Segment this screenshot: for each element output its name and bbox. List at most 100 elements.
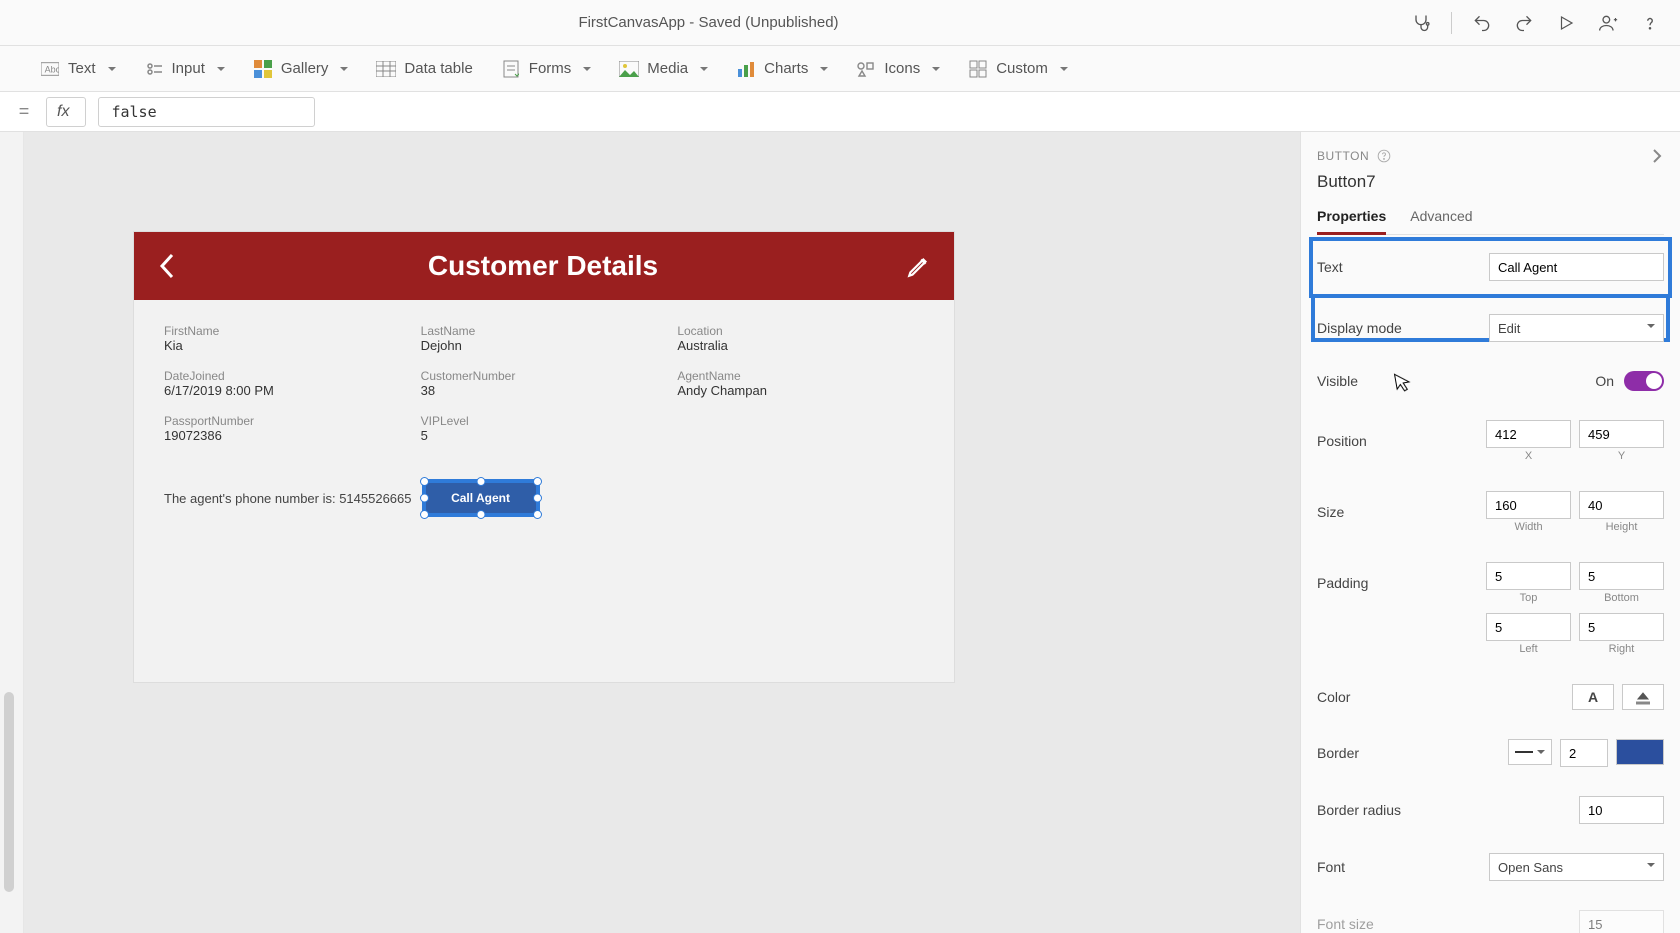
field-label: LastName — [421, 324, 668, 338]
prop-border: Border — [1317, 725, 1664, 782]
ribbon-input-label: Input — [172, 60, 205, 77]
toggle-label: On — [1595, 373, 1614, 389]
gallery-icon — [253, 59, 273, 79]
prop-position: Position X Y — [1317, 406, 1664, 477]
font-size-input[interactable] — [1579, 910, 1664, 933]
ribbon-media[interactable]: Media — [619, 59, 708, 79]
displaymode-select[interactable]: Edit — [1489, 314, 1664, 342]
resize-handle[interactable] — [420, 510, 429, 519]
resize-handle[interactable] — [420, 494, 429, 503]
font-select[interactable]: Open Sans — [1489, 853, 1664, 881]
ribbon-gallery[interactable]: Gallery — [253, 59, 349, 79]
canvas-area: Customer Details FirstNameKia LastNameDe… — [24, 132, 1300, 933]
resize-handle[interactable] — [533, 494, 542, 503]
formula-input[interactable] — [98, 97, 315, 127]
left-gutter — [0, 132, 24, 933]
play-icon[interactable] — [1554, 11, 1578, 35]
ribbon-custom[interactable]: Custom — [968, 59, 1068, 79]
ribbon-charts[interactable]: Charts — [736, 59, 828, 79]
help-icon[interactable] — [1638, 11, 1662, 35]
ribbon-icons[interactable]: Icons — [856, 59, 940, 79]
prop-fontsize: Font size — [1317, 896, 1664, 933]
ribbon-charts-label: Charts — [764, 60, 808, 77]
prop-label: Padding — [1317, 575, 1368, 591]
prop-size: Size Width Height — [1317, 477, 1664, 548]
user-icon[interactable] — [1596, 11, 1620, 35]
ribbon-input[interactable]: Input — [144, 59, 225, 79]
pad-bottom-input[interactable] — [1579, 562, 1664, 590]
tab-properties[interactable]: Properties — [1317, 202, 1386, 234]
formula-bar: = fx — [0, 92, 1680, 132]
undo-icon[interactable] — [1470, 11, 1494, 35]
help-icon[interactable] — [1377, 149, 1391, 163]
ribbon-forms-label: Forms — [529, 60, 572, 77]
prop-borderradius: Border radius — [1317, 782, 1664, 839]
ribbon-text[interactable]: Abc Text — [40, 59, 116, 79]
svg-text:Abc: Abc — [45, 64, 59, 74]
field-value: Australia — [677, 338, 924, 353]
detail-fields: FirstNameKia LastNameDejohn LocationAust… — [134, 300, 954, 449]
datatable-icon — [376, 59, 396, 79]
visible-toggle[interactable] — [1624, 371, 1664, 391]
resize-handle[interactable] — [420, 477, 429, 486]
call-agent-button[interactable]: Call Agent — [426, 483, 536, 513]
field-label: AgentName — [677, 369, 924, 383]
field-label: CustomerNumber — [421, 369, 668, 383]
height-input[interactable] — [1579, 491, 1664, 519]
input-icon — [144, 59, 164, 79]
selected-control[interactable]: Call Agent — [422, 479, 540, 517]
chevron-right-icon[interactable] — [1650, 146, 1664, 166]
prop-label: Size — [1317, 504, 1344, 520]
width-input[interactable] — [1486, 491, 1571, 519]
pos-y-input[interactable] — [1579, 420, 1664, 448]
ribbon-media-label: Media — [647, 60, 688, 77]
fill-color-button[interactable] — [1622, 684, 1664, 710]
scrollbar-thumb[interactable] — [4, 692, 14, 892]
pad-top-input[interactable] — [1486, 562, 1571, 590]
insert-ribbon: Abc Text Input Gallery Data table Forms … — [0, 46, 1680, 92]
border-radius-input[interactable] — [1579, 796, 1664, 824]
field-label: FirstName — [164, 324, 411, 338]
diagnostics-icon[interactable] — [1409, 11, 1433, 35]
fx-selector[interactable]: fx — [46, 97, 86, 127]
text-input[interactable] — [1489, 253, 1664, 281]
app-title: FirstCanvasApp - Saved (Unpublished) — [8, 14, 1409, 31]
resize-handle[interactable] — [476, 510, 485, 519]
edit-icon[interactable] — [906, 253, 932, 279]
app-tools — [1409, 11, 1672, 35]
resize-handle[interactable] — [533, 477, 542, 486]
tab-advanced[interactable]: Advanced — [1410, 202, 1472, 234]
media-icon — [619, 59, 639, 79]
app-screen: Customer Details FirstNameKia LastNameDe… — [134, 232, 954, 682]
ribbon-icons-label: Icons — [884, 60, 920, 77]
pos-x-input[interactable] — [1486, 420, 1571, 448]
ribbon-datatable[interactable]: Data table — [376, 59, 472, 79]
resize-handle[interactable] — [533, 510, 542, 519]
ribbon-forms[interactable]: Forms — [501, 59, 592, 79]
ribbon-gallery-label: Gallery — [281, 60, 329, 77]
equals-icon: = — [14, 101, 34, 122]
border-width-input[interactable] — [1560, 739, 1608, 767]
pad-left-input[interactable] — [1486, 613, 1571, 641]
prop-color: Color A — [1317, 670, 1664, 725]
redo-icon[interactable] — [1512, 11, 1536, 35]
back-icon[interactable] — [156, 251, 180, 281]
prop-label: Position — [1317, 433, 1367, 449]
field-value: Kia — [164, 338, 411, 353]
ribbon-text-label: Text — [68, 60, 96, 77]
field-label: Location — [677, 324, 924, 338]
properties-panel: BUTTON Button7 Properties Advanced Text … — [1300, 132, 1680, 933]
control-name: Button7 — [1317, 172, 1664, 192]
font-color-button[interactable]: A — [1572, 684, 1614, 710]
field-label: DateJoined — [164, 369, 411, 383]
prop-padding2: Left Right — [1317, 609, 1664, 670]
border-style-select[interactable] — [1508, 739, 1552, 765]
border-color-swatch[interactable] — [1616, 739, 1664, 765]
field-value: 6/17/2019 8:00 PM — [164, 383, 411, 398]
props-tabs: Properties Advanced — [1317, 202, 1664, 235]
pad-right-input[interactable] — [1579, 613, 1664, 641]
prop-displaymode: Display mode Edit — [1317, 300, 1664, 357]
divider — [1451, 12, 1452, 34]
resize-handle[interactable] — [476, 477, 485, 486]
control-type: BUTTON — [1317, 149, 1391, 163]
